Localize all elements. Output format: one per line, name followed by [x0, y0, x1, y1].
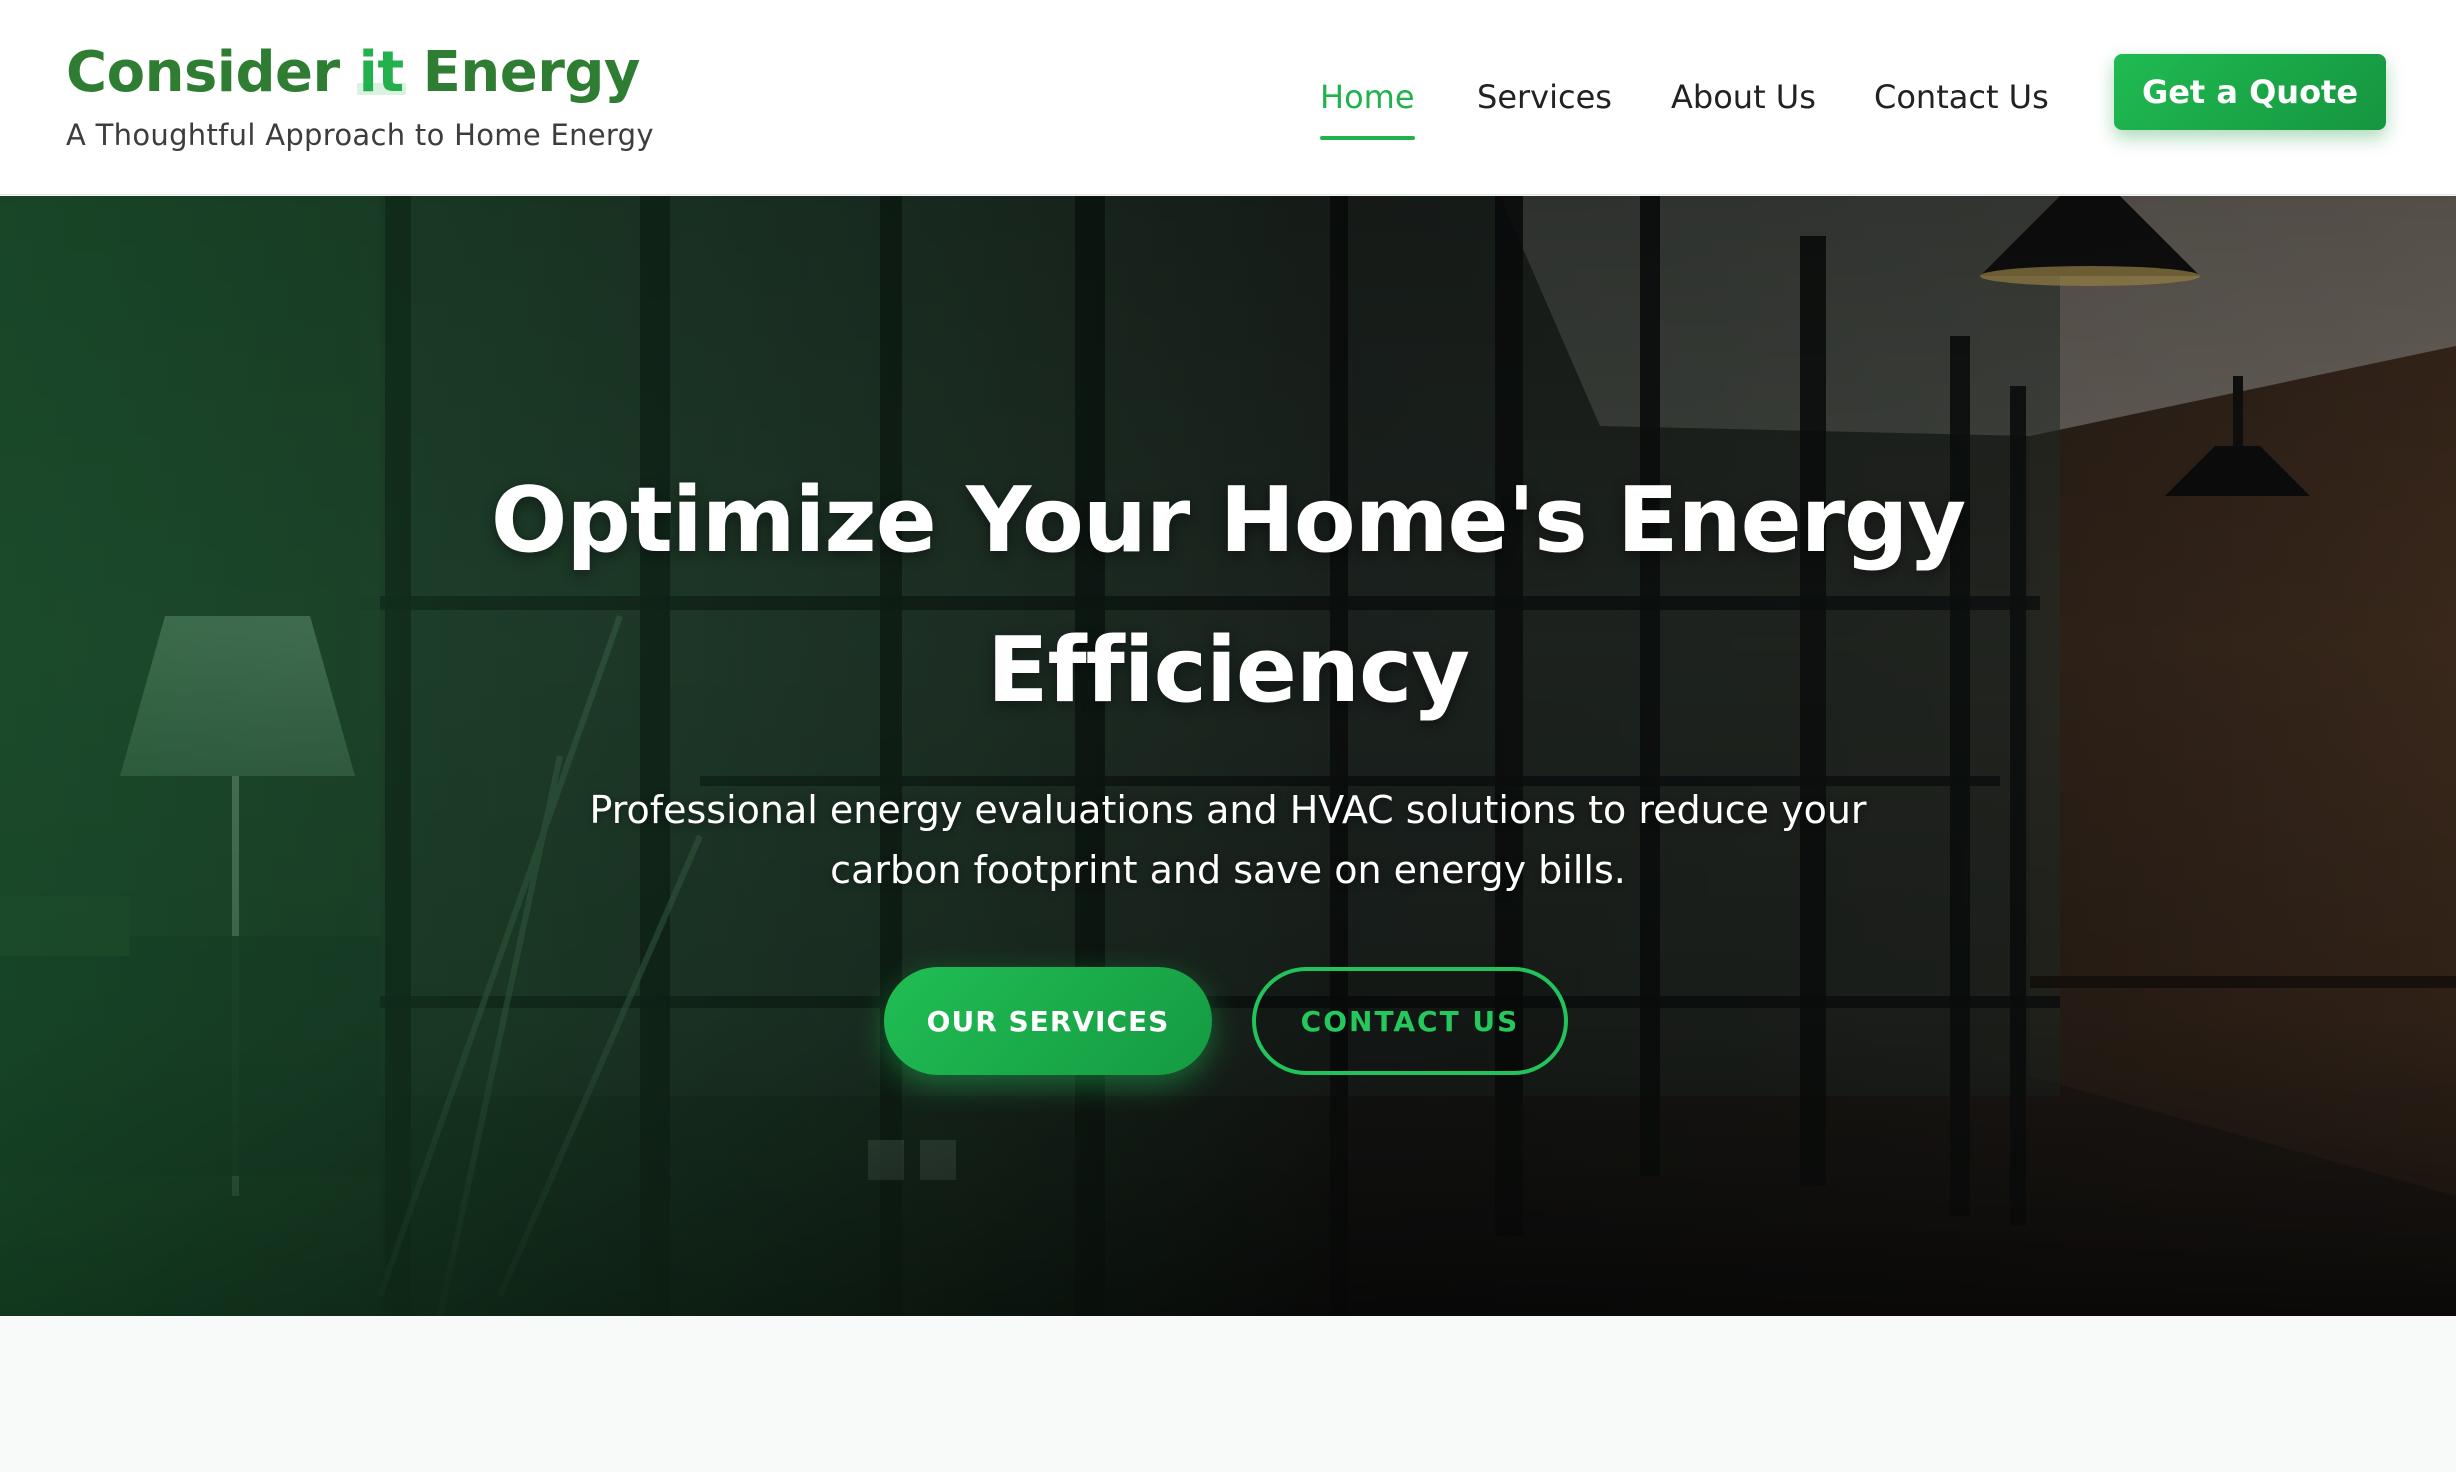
- get-a-quote-button[interactable]: Get a Quote: [2114, 54, 2386, 130]
- next-section: [0, 1316, 2456, 1472]
- hero-section: Optimize Your Home's Energy Efficiency P…: [0, 196, 2456, 1316]
- nav-link-home[interactable]: Home: [1320, 72, 1415, 140]
- hero-subtitle: Professional energy evaluations and HVAC…: [528, 780, 1928, 900]
- contact-us-button[interactable]: CONTACT US: [1252, 967, 1568, 1075]
- logo-title-part2: Energy: [403, 40, 641, 105]
- hero-subtitle-line-1: Professional energy evaluations and HVAC…: [589, 788, 1867, 832]
- site-header: Consider it Energy A Thoughtful Approach…: [0, 0, 2456, 195]
- logo-title[interactable]: Consider it Energy: [66, 38, 654, 108]
- nav-link-home-label: Home: [1320, 78, 1415, 116]
- nav-link-contact-us[interactable]: Contact Us: [1874, 72, 2049, 122]
- hero-title: Optimize Your Home's Energy Efficiency: [428, 446, 2028, 746]
- nav-link-services[interactable]: Services: [1477, 72, 1612, 122]
- logo-title-accent: it: [358, 40, 404, 105]
- nav-link-about-us[interactable]: About Us: [1671, 72, 1816, 122]
- hero-subtitle-line-2: carbon footprint and save on energy bill…: [830, 848, 1626, 892]
- our-services-button[interactable]: OUR SERVICES: [884, 967, 1212, 1075]
- logo[interactable]: Consider it Energy A Thoughtful Approach…: [66, 38, 654, 152]
- nav-active-underline: [1320, 136, 1415, 140]
- page: Consider it Energy A Thoughtful Approach…: [0, 0, 2456, 1472]
- hero-content: Optimize Your Home's Energy Efficiency P…: [0, 196, 2456, 1316]
- logo-title-part1: Consider: [66, 40, 359, 105]
- hero-title-line-2: Efficiency: [987, 618, 1470, 723]
- logo-tagline: A Thoughtful Approach to Home Energy: [66, 118, 654, 152]
- hero-title-line-1: Optimize Your Home's Energy: [490, 468, 1966, 573]
